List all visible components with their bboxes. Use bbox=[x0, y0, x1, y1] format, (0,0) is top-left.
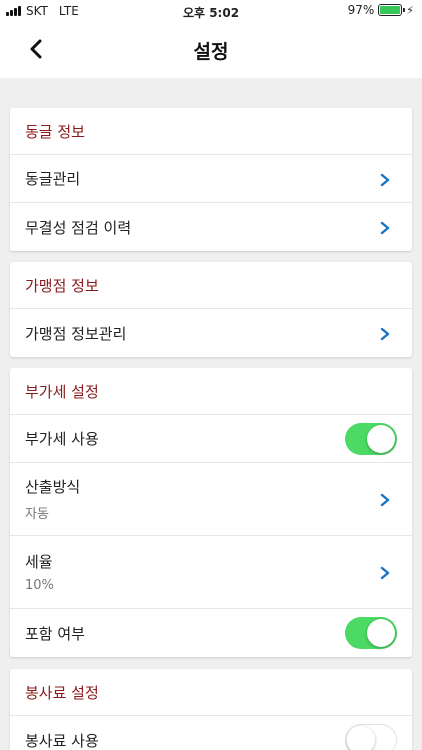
status-bar: SKT LTE 오후 5:02 97% ⚡ bbox=[0, 0, 422, 22]
row-label: 무결성 점검 이력 bbox=[25, 218, 132, 237]
navigation-bar: 설정 bbox=[0, 22, 422, 78]
section-header: 봉사료 설정 bbox=[10, 669, 412, 716]
row-label: 가맹점 정보관리 bbox=[25, 324, 127, 343]
row-value: 10% bbox=[25, 578, 54, 593]
toggle-knob bbox=[367, 424, 395, 453]
section-header: 부가세 설정 bbox=[10, 368, 412, 415]
section-header: 가맹점 정보 bbox=[10, 262, 412, 309]
row-vat-calc-method[interactable]: 산출방식 자동 bbox=[10, 463, 412, 536]
section-vat: 부가세 설정 부가세 사용 산출방식 자동 세율 10% 포함 여부 bbox=[10, 368, 412, 657]
status-right: 97% ⚡ bbox=[348, 3, 414, 17]
chevron-right-icon bbox=[378, 172, 392, 186]
row-label: 포함 여부 bbox=[25, 624, 85, 643]
row-vat-use: 부가세 사용 bbox=[10, 415, 412, 463]
chevron-right-icon bbox=[378, 492, 392, 507]
row-value: 자동 bbox=[25, 507, 49, 522]
battery-icon bbox=[378, 4, 406, 16]
row-merchant-manage[interactable]: 가맹점 정보관리 bbox=[10, 309, 412, 357]
row-label: 부가세 사용 bbox=[25, 430, 99, 448]
service-use-toggle[interactable] bbox=[345, 724, 397, 750]
row-donggle-manage[interactable]: 동글관리 bbox=[10, 155, 412, 203]
battery-percent: 97% bbox=[347, 3, 375, 17]
row-label: 세율 bbox=[25, 553, 53, 571]
chevron-right-icon bbox=[378, 220, 392, 235]
row-label: 봉사료 사용 bbox=[25, 731, 99, 750]
section-donggle: 동글 정보 동글관리 무결성 점검 이력 bbox=[10, 108, 412, 251]
vat-include-toggle[interactable] bbox=[345, 617, 397, 649]
page-title: 설정 bbox=[193, 41, 229, 63]
row-label: 동글관리 bbox=[25, 170, 81, 188]
section-header: 동글 정보 bbox=[10, 108, 412, 155]
charging-bolt-icon: ⚡ bbox=[406, 3, 414, 17]
row-label: 산출방식 bbox=[25, 478, 81, 496]
vat-use-toggle[interactable] bbox=[345, 422, 397, 455]
section-service-charge: 봉사료 설정 봉사료 사용 bbox=[10, 669, 412, 750]
row-service-use: 봉사료 사용 bbox=[10, 716, 412, 750]
section-merchant: 가맹점 정보 가맹점 정보관리 bbox=[10, 262, 412, 357]
chevron-right-icon bbox=[378, 326, 392, 341]
toggle-knob bbox=[347, 726, 375, 750]
chevron-right-icon bbox=[378, 565, 392, 580]
row-integrity-history[interactable]: 무결성 점검 이력 bbox=[10, 203, 412, 251]
toggle-knob bbox=[367, 619, 395, 647]
row-vat-rate[interactable]: 세율 10% bbox=[10, 536, 412, 609]
row-vat-include: 포함 여부 bbox=[10, 609, 412, 657]
